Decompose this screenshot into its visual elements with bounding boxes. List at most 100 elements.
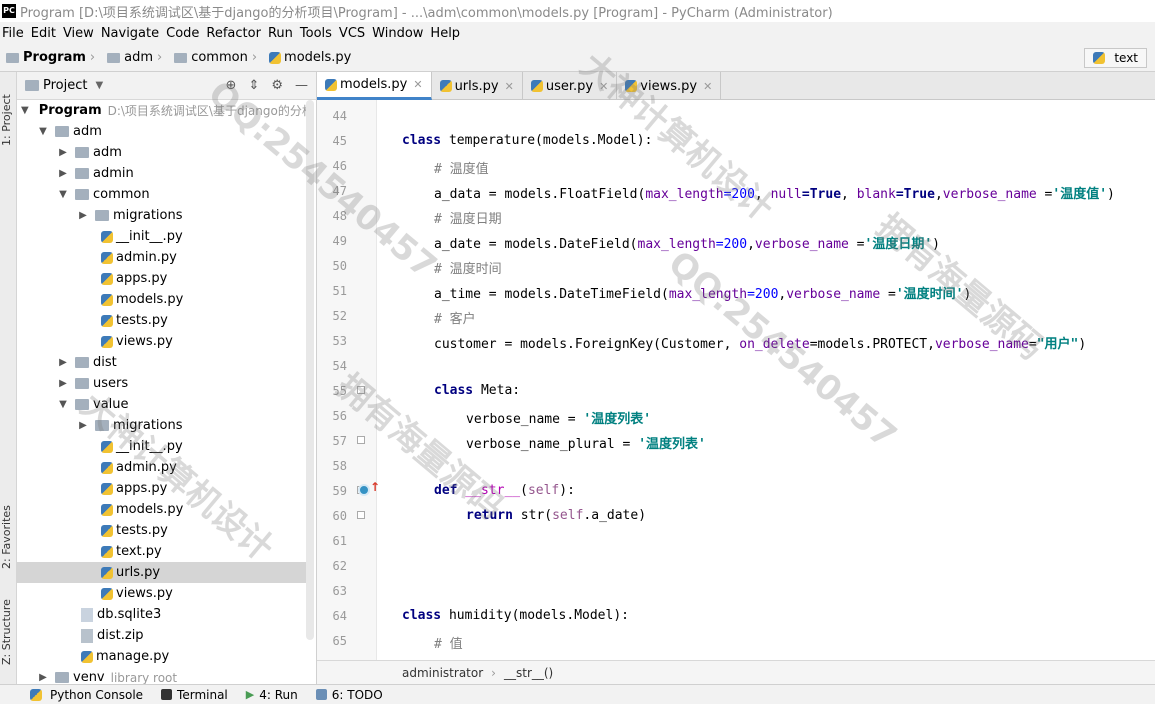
python-file-icon — [101, 587, 113, 600]
line-number: 60 — [332, 509, 347, 523]
breadcrumb-program[interactable]: Program › — [0, 50, 95, 65]
menu-help[interactable]: Help — [428, 26, 465, 41]
tree-item[interactable]: ▶ migrations — [17, 415, 307, 436]
breadcrumb-label: models.py — [284, 50, 352, 65]
terminal-button[interactable]: Terminal — [161, 688, 228, 702]
breadcrumb-adm[interactable]: adm › — [101, 50, 162, 65]
code-editor[interactable]: 44 45 46 47 48 49 50 51 52 53 54 55 56 5… — [317, 100, 1155, 660]
tree-item[interactable]: models.py — [17, 499, 307, 520]
close-icon[interactable]: ✕ — [413, 78, 422, 91]
python-file-icon — [530, 80, 543, 92]
tree-item[interactable]: views.py — [17, 583, 307, 604]
line-number: 45 — [332, 134, 347, 148]
tree-item[interactable]: __init__.py — [17, 436, 307, 457]
menu-tools[interactable]: Tools — [298, 26, 337, 41]
editor-breadcrumb: administrator › __str__() — [317, 660, 1155, 684]
chevron-down-icon[interactable]: ▼ — [21, 105, 29, 116]
tree-item[interactable]: tests.py — [17, 310, 307, 331]
override-method-icon[interactable] — [358, 484, 370, 496]
tab-urls-py[interactable]: urls.py ✕ — [432, 72, 523, 100]
menu-run[interactable]: Run — [266, 26, 298, 41]
collapse-all-icon[interactable]: ⇕ — [248, 78, 259, 93]
tab-user-py[interactable]: user.py ✕ — [523, 72, 618, 100]
chevron-right-icon[interactable]: ▶ — [57, 378, 69, 389]
todo-button[interactable]: 6: TODO — [315, 688, 383, 702]
close-icon[interactable]: ✕ — [703, 80, 712, 93]
tree-item[interactable]: __init__.py — [17, 226, 307, 247]
breadcrumb-common[interactable]: common › — [168, 50, 257, 65]
python-console-icon — [30, 688, 42, 701]
chevron-right-icon[interactable]: ▶ — [77, 420, 89, 431]
tab-views-py[interactable]: views.py ✕ — [617, 72, 722, 100]
chevron-right-icon[interactable]: ▶ — [57, 357, 69, 368]
locate-target-icon[interactable]: ⊕ — [226, 78, 237, 93]
menu-file[interactable]: File — [0, 26, 29, 41]
tree-item[interactable]: ▶ admin — [17, 163, 307, 184]
tree-item[interactable]: admin.py — [17, 247, 307, 268]
tree-item[interactable]: db.sqlite3 — [17, 604, 307, 625]
menu-edit[interactable]: Edit — [29, 26, 61, 41]
editor-breadcrumb-method[interactable]: __str__() — [504, 666, 553, 680]
project-panel-title[interactable]: Project — [43, 78, 87, 93]
line-number: 49 — [332, 234, 347, 248]
tree-item[interactable]: ▼ common — [17, 184, 307, 205]
tree-item[interactable]: views.py — [17, 331, 307, 352]
fold-marker-icon[interactable] — [357, 511, 365, 519]
close-icon[interactable]: ✕ — [599, 80, 608, 93]
tree-item[interactable]: ▼ value — [17, 394, 307, 415]
line-number: 44 — [332, 109, 347, 123]
run-configuration-select[interactable]: text — [1084, 48, 1147, 68]
tree-item-selected[interactable]: urls.py — [17, 562, 307, 583]
tree-item[interactable]: dist.zip — [17, 625, 307, 646]
tree-item[interactable]: manage.py — [17, 646, 307, 667]
chevron-right-icon[interactable]: ▶ — [37, 672, 49, 683]
line-number: 46 — [332, 159, 347, 173]
line-number: 56 — [332, 409, 347, 423]
editor-breadcrumb-class[interactable]: administrator — [402, 666, 483, 680]
folder-icon — [75, 189, 89, 200]
tree-item[interactable]: ▼ adm — [17, 121, 307, 142]
tree-item[interactable]: admin.py — [17, 457, 307, 478]
gear-icon[interactable]: ⚙ — [271, 78, 283, 93]
tree-item[interactable]: ▶ dist — [17, 352, 307, 373]
code-comment: # 值 — [434, 637, 463, 652]
tree-item[interactable]: ▶ migrations — [17, 205, 307, 226]
tree-item[interactable]: text.py — [17, 541, 307, 562]
chevron-right-icon[interactable]: ▶ — [57, 147, 69, 158]
chevron-right-icon[interactable]: ▶ — [57, 168, 69, 179]
tool-tab-project[interactable]: 1: Project — [0, 80, 17, 160]
tree-root[interactable]: ▼ Program D:\项目系统调试区\基于django的分析 — [17, 100, 314, 121]
line-number: 48 — [332, 209, 347, 223]
tree-item[interactable]: apps.py — [17, 268, 307, 289]
breadcrumb-models-py[interactable]: models.py — [263, 50, 351, 65]
menu-window[interactable]: Window — [370, 26, 428, 41]
project-scrollbar[interactable] — [306, 100, 314, 640]
close-icon[interactable]: ✕ — [505, 80, 514, 93]
python-console-button[interactable]: Python Console — [30, 688, 143, 702]
fold-marker-icon[interactable] — [357, 386, 365, 394]
tree-item[interactable]: tests.py — [17, 520, 307, 541]
chevron-down-icon[interactable]: ▼ — [37, 126, 49, 137]
menu-code[interactable]: Code — [164, 26, 204, 41]
fold-marker-icon[interactable] — [357, 436, 365, 444]
chevron-right-icon[interactable]: ▶ — [77, 210, 89, 221]
bottom-tool-label: Python Console — [50, 687, 144, 702]
menu-view[interactable]: View — [61, 26, 99, 41]
code-line: customer = models.ForeignKey(Customer, o… — [434, 337, 1087, 352]
tool-tab-favorites[interactable]: 2: Favorites — [0, 492, 17, 582]
tree-item[interactable]: apps.py — [17, 478, 307, 499]
tree-item[interactable]: ▶ adm — [17, 142, 307, 163]
code-line: class Meta: — [434, 383, 521, 398]
hide-panel-icon[interactable]: — — [295, 78, 308, 93]
menu-refactor[interactable]: Refactor — [204, 26, 266, 41]
chevron-down-icon[interactable]: ▼ — [95, 80, 103, 91]
tree-item[interactable]: models.py — [17, 289, 307, 310]
menu-navigate[interactable]: Navigate — [99, 26, 164, 41]
tab-models-py[interactable]: models.py ✕ — [317, 72, 432, 100]
chevron-down-icon[interactable]: ▼ — [57, 399, 69, 410]
tool-tab-structure[interactable]: Z: Structure — [0, 592, 17, 672]
run-button[interactable]: ▶ 4: Run — [246, 688, 298, 702]
chevron-down-icon[interactable]: ▼ — [57, 189, 69, 200]
tree-item[interactable]: ▶ users — [17, 373, 307, 394]
menu-vcs[interactable]: VCS — [337, 26, 370, 41]
